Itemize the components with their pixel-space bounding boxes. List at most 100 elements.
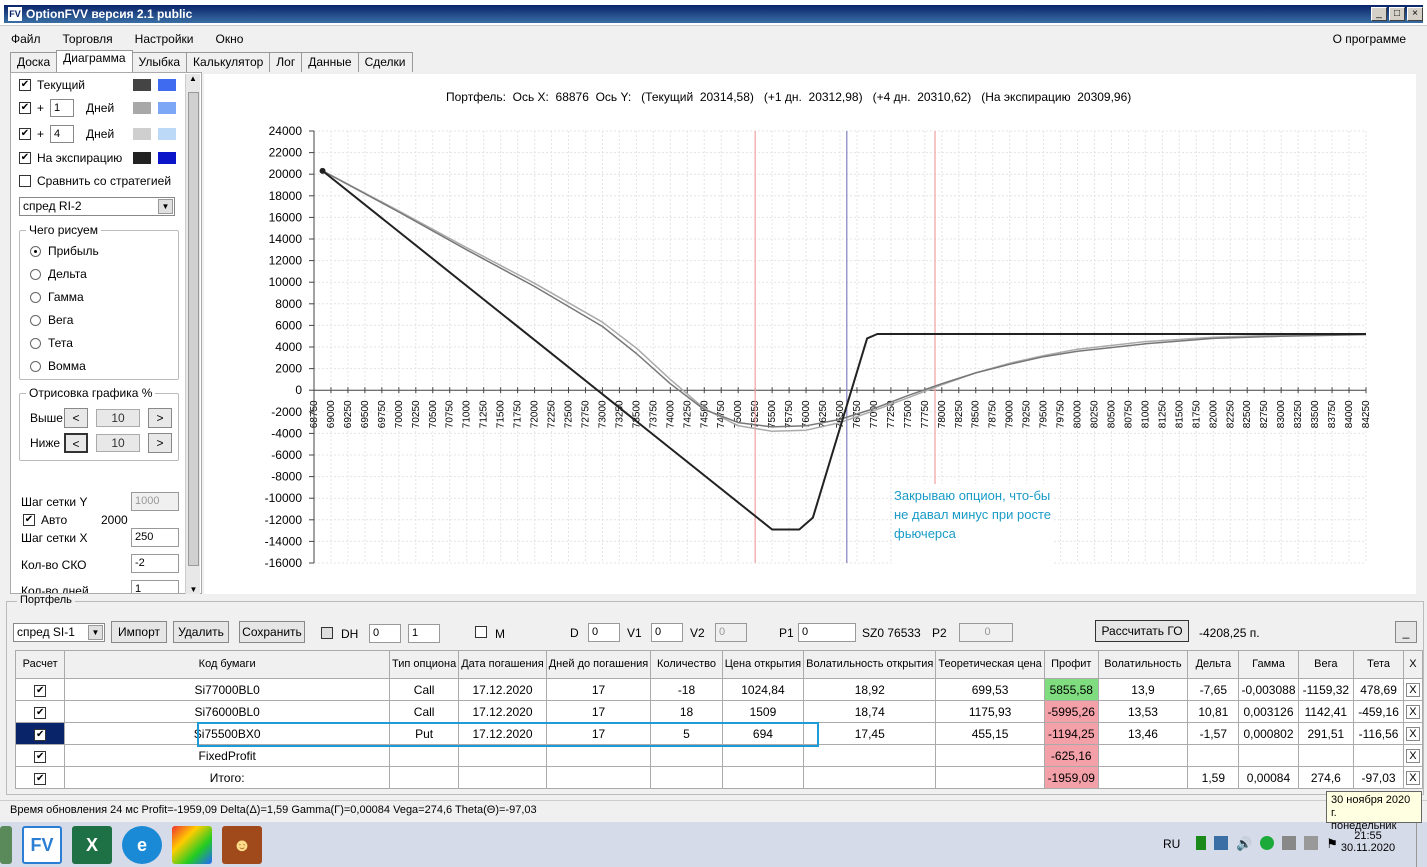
column-header[interactable]: Код бумаги xyxy=(64,650,390,679)
expiry-color-swatch-2[interactable] xyxy=(158,152,176,164)
days-count-input[interactable]: 1 xyxy=(131,580,179,593)
avatar-icon[interactable]: ☻ xyxy=(222,826,262,864)
menu-settings[interactable]: Настройки xyxy=(124,32,205,46)
plus1-color-swatch-2[interactable] xyxy=(158,102,176,114)
table-row[interactable]: ✔ Итого: -1959,09 1,59 0,00084 274,6 -97,03 X xyxy=(14,766,1424,789)
dh-checkbox[interactable] xyxy=(321,627,333,639)
sko-input[interactable]: -2 xyxy=(131,554,179,573)
plus4-color-swatch-2[interactable] xyxy=(158,128,176,140)
calc-checkbox-cell[interactable]: ✔ xyxy=(14,766,66,789)
current-checkbox[interactable]: ✔ xyxy=(19,79,31,91)
current-color-swatch-2[interactable] xyxy=(158,79,176,91)
column-header[interactable]: Профит xyxy=(1043,650,1099,679)
close-icon[interactable]: X xyxy=(1405,771,1420,785)
tab-deals[interactable]: Сделки xyxy=(357,52,413,72)
cube-icon[interactable] xyxy=(1214,836,1228,850)
flag-icon[interactable]: ⚑ xyxy=(1326,836,1338,854)
close-icon[interactable]: X xyxy=(1405,727,1420,741)
p1-input[interactable]: 0 xyxy=(798,623,856,642)
plus4-checkbox[interactable]: ✔ xyxy=(19,128,31,140)
below-decrease-button[interactable]: < xyxy=(64,433,88,453)
tab-calculator[interactable]: Калькулятор xyxy=(186,52,271,72)
d-input[interactable]: 0 xyxy=(588,623,620,642)
scrollbar-thumb[interactable] xyxy=(188,92,199,566)
column-header[interactable]: Волатильность xyxy=(1097,650,1189,679)
edge-icon[interactable]: e xyxy=(122,826,162,864)
tab-log[interactable]: Лог xyxy=(269,52,303,72)
clock[interactable]: 21:55 30.11.2020 xyxy=(1338,830,1398,854)
v1-input[interactable]: 0 xyxy=(651,623,683,642)
radio-vega[interactable]: Вега xyxy=(30,313,73,327)
rubik-icon[interactable] xyxy=(172,826,212,864)
column-header[interactable]: Вега xyxy=(1297,650,1355,679)
expiry-checkbox[interactable]: ✔ xyxy=(19,152,31,164)
windows-icon[interactable] xyxy=(0,826,12,864)
left-panel-scrollbar[interactable]: ▲ ▼ xyxy=(185,74,200,594)
portfolio-select[interactable]: спред SI-1 ▼ xyxy=(13,623,105,642)
close-icon[interactable]: X xyxy=(1405,749,1420,763)
plus1-checkbox[interactable]: ✔ xyxy=(19,102,31,114)
close-button[interactable]: × xyxy=(1407,7,1423,21)
plus1-days-input[interactable]: 1 xyxy=(50,99,75,117)
volume-icon[interactable]: 🔊 xyxy=(1236,836,1252,854)
scroll-down-icon[interactable]: ▼ xyxy=(186,585,201,594)
chevron-down-icon[interactable]: ▼ xyxy=(158,199,173,214)
column-header[interactable]: Цена открытия xyxy=(721,650,805,679)
tab-diagram[interactable]: Диаграмма xyxy=(56,50,133,72)
column-header[interactable]: Гамма xyxy=(1238,650,1299,679)
optionfvv-icon[interactable]: FV xyxy=(22,826,62,864)
radio-vomma[interactable]: Вомма xyxy=(30,359,86,373)
m-checkbox[interactable] xyxy=(475,626,487,638)
column-header[interactable]: Расчет xyxy=(14,650,66,679)
check-icon[interactable] xyxy=(1260,836,1275,850)
dh-spinner-2[interactable]: 1 xyxy=(408,624,440,643)
calc-checkbox-cell[interactable]: ✔ xyxy=(14,700,66,723)
column-header[interactable]: Дней до погашения xyxy=(545,650,652,679)
column-header[interactable]: Дельта xyxy=(1187,650,1240,679)
column-header[interactable]: X xyxy=(1402,650,1424,679)
current-color-swatch[interactable] xyxy=(133,79,151,91)
maximize-button[interactable]: □ xyxy=(1389,7,1405,21)
monitor-icon[interactable] xyxy=(1282,836,1297,850)
calc-checkbox[interactable]: ✔ xyxy=(34,707,47,719)
above-decrease-button[interactable]: < xyxy=(64,408,88,428)
column-header[interactable]: Волатильность открытия xyxy=(803,650,937,679)
profit-chart[interactable]: 6875069000692506950069750700007025070500… xyxy=(204,74,1416,594)
radio-profit[interactable]: Прибыль xyxy=(30,244,99,258)
language-indicator[interactable]: RU xyxy=(1163,837,1180,851)
calc-checkbox[interactable]: ✔ xyxy=(34,773,47,785)
v2-input[interactable]: 0 xyxy=(715,623,747,642)
menu-trade[interactable]: Торговля xyxy=(52,32,124,46)
radio-delta[interactable]: Дельта xyxy=(30,267,87,281)
calc-checkbox-cell[interactable]: ✔ xyxy=(14,678,66,701)
table-row[interactable]: ✔ Si77000BL0 Call 17.12.2020 17 -18 1024,84 18,… xyxy=(14,678,1424,701)
remove-row-cell[interactable]: X xyxy=(1402,678,1424,701)
auto-checkbox[interactable]: ✔ xyxy=(23,514,35,526)
remove-row-cell[interactable]: X xyxy=(1402,766,1424,789)
column-header[interactable]: Дата погашения xyxy=(458,650,547,679)
excel-icon[interactable]: X xyxy=(72,826,112,864)
column-header[interactable]: Тип опциона xyxy=(388,650,460,679)
calc-checkbox-cell[interactable]: ✔ xyxy=(14,744,66,767)
plus4-days-input[interactable]: 4 xyxy=(50,125,75,143)
calc-checkbox-cell[interactable]: ✔ xyxy=(14,722,66,745)
calc-checkbox[interactable]: ✔ xyxy=(34,751,47,763)
close-icon[interactable]: X xyxy=(1405,705,1420,719)
table-row[interactable]: ✔ Si76000BL0 Call 17.12.2020 17 18 1509 18,74 11… xyxy=(14,700,1424,723)
show-desktop-button[interactable] xyxy=(1416,822,1427,867)
scroll-up-icon[interactable]: ▲ xyxy=(186,74,200,83)
chevron-down-icon[interactable]: ▼ xyxy=(88,625,103,640)
delete-button[interactable]: Удалить xyxy=(173,621,229,643)
plus4-color-swatch[interactable] xyxy=(133,128,151,140)
network-icon[interactable] xyxy=(1196,836,1206,850)
column-header[interactable]: Количество xyxy=(650,650,723,679)
grid-y-input[interactable]: 1000 xyxy=(131,492,179,511)
table-row[interactable]: ✔ FixedProfit -625,16 X xyxy=(14,744,1424,767)
menu-file[interactable]: Файл xyxy=(0,32,52,46)
strategy-select[interactable]: спред RI-2 ▼ xyxy=(19,197,175,216)
close-icon[interactable]: X xyxy=(1405,683,1420,697)
above-increase-button[interactable]: > xyxy=(148,408,172,428)
plus1-color-swatch[interactable] xyxy=(133,102,151,114)
remove-row-cell[interactable]: X xyxy=(1402,700,1424,723)
tab-smile[interactable]: Улыбка xyxy=(131,52,188,72)
